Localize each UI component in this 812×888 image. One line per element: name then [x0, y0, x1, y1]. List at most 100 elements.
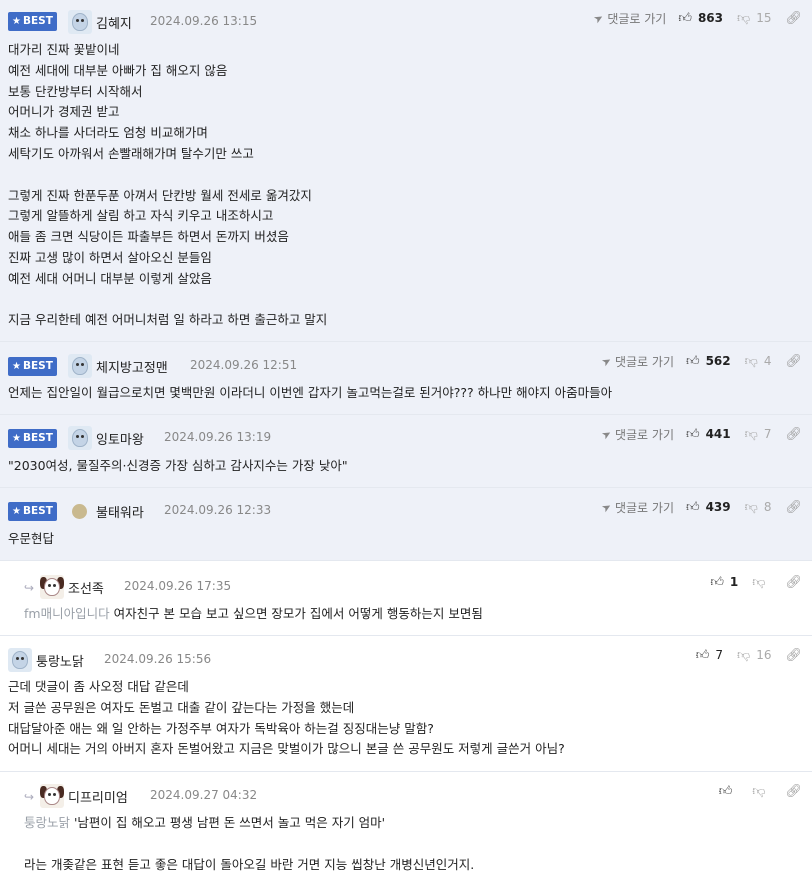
- comment-date: 2024.09.26 17:35: [124, 579, 232, 593]
- avatar[interactable]: [40, 575, 64, 599]
- downvote-button[interactable]: 👎︎ 8: [745, 500, 772, 515]
- comment-date: 2024.09.26 12:33: [164, 503, 272, 517]
- comment-text: '남편이 집 해오고 평생 남편 돈 쓰면서 놀고 먹은 자기 엄마': [74, 815, 386, 830]
- comment-nick[interactable]: 불태워라: [96, 502, 144, 521]
- link-icon[interactable]: 🔗︎: [785, 354, 802, 369]
- thumbs-down-icon: 👎︎: [744, 499, 758, 515]
- avatar[interactable]: [40, 784, 64, 808]
- comment-line: 우문현답: [8, 531, 55, 546]
- comment-nick[interactable]: 잉토마왕: [96, 429, 144, 448]
- link-icon[interactable]: 🔗︎: [785, 500, 802, 515]
- reply-link[interactable]: ➤ 댓글로 가기: [591, 10, 666, 27]
- comment-body: 근데 댓글이 좀 사오정 대답 같은데 저 글쓴 공무원은 여자도 돈벌고 대출 …: [8, 677, 565, 760]
- comment-nick[interactable]: 조선족: [68, 578, 104, 597]
- upvote-button[interactable]: 👍︎: [719, 784, 739, 799]
- downvote-button[interactable]: 👎︎ 7: [745, 427, 772, 442]
- comment-line: 대답달아준 애는 왜 일 안하는 가정주부 여자가 독박육아 하는걸 징징대는냥…: [8, 720, 434, 736]
- comment-actions: ➤ 댓글로 가기 👍︎ 863 👎︎ 15 🔗︎: [591, 9, 802, 27]
- reply-link[interactable]: ➤ 댓글로 가기: [599, 499, 674, 516]
- reply-link[interactable]: ➤ 댓글로 가기: [599, 426, 674, 443]
- comment-actions: ➤ 댓글로 가기 👍︎ 439 👎︎ 8 🔗︎: [599, 498, 802, 516]
- star-icon: ★: [12, 16, 21, 27]
- thumbs-down-icon: 👎︎: [752, 574, 766, 590]
- comment-line: 대가리 진짜 꽃밭이네: [8, 42, 120, 57]
- comment-actions: ➤ 댓글로 가기 👍︎ 441 👎︎ 7 🔗︎: [599, 425, 802, 443]
- comment-6: 퉁랑노닭 2024.09.26 15:56 👍︎ 7 👎︎ 16 🔗︎ 근데 댓글이…: [0, 636, 812, 772]
- comment-nick[interactable]: 퉁랑노닭: [36, 651, 84, 670]
- comment-date: 2024.09.26 13:19: [164, 430, 272, 444]
- comment-line: 보통 단칸방부터 시작해서: [8, 83, 143, 99]
- comment-date: 2024.09.26 15:56: [104, 652, 212, 666]
- comment-line: 예전 세대 어머니 대부분 이렇게 살았음: [8, 270, 212, 286]
- avatar[interactable]: [68, 10, 92, 34]
- link-icon[interactable]: 🔗︎: [785, 11, 802, 26]
- comment-body: 대가리 진짜 꽃밭이네예전 세대에 대부분 아빠가 집 해오지 않음보통 단칸방…: [8, 40, 327, 331]
- thumbs-up-icon: 👍︎: [695, 647, 710, 663]
- comment-date: 2024.09.27 04:32: [150, 788, 258, 802]
- avatar[interactable]: [8, 648, 32, 672]
- best-badge: ★ BEST: [8, 357, 57, 376]
- avatar[interactable]: [68, 354, 92, 378]
- comment-actions: 👍︎ 7 👎︎ 16 🔗︎: [696, 646, 802, 664]
- comment-line: 어머니 세대는 거의 아버지 혼자 돈벌어왔고 지금은 맞벌이가 많으니 본글 …: [8, 741, 565, 757]
- star-icon: ★: [12, 506, 21, 517]
- avatar[interactable]: [68, 426, 92, 450]
- upvote-button[interactable]: 👍︎ 439: [686, 500, 731, 515]
- comment-line: 채소 하나를 사더라도 엄청 비교해가며: [8, 125, 208, 141]
- comment-line: [8, 290, 327, 311]
- reply-target-nick[interactable]: fm매니아입니다: [24, 606, 110, 621]
- reply-arrow-icon: ↪: [24, 581, 35, 595]
- comment-nick[interactable]: 디프리미엄: [68, 787, 128, 806]
- comment-best-4: ★ BEST 불태워라 2024.09.26 12:33 ➤ 댓글로 가기 👍︎ 43…: [0, 488, 812, 561]
- thumbs-up-icon: 👍︎: [685, 426, 700, 442]
- comment-body: 퉁랑노닭 '남편이 집 해오고 평생 남편 돈 쓰면서 놀고 먹은 자기 엄마'…: [24, 813, 474, 875]
- link-icon[interactable]: 🔗︎: [785, 427, 802, 442]
- thumbs-down-icon: 👎︎: [737, 10, 751, 26]
- upvote-button[interactable]: 👍︎ 7: [696, 648, 723, 663]
- link-icon[interactable]: 🔗︎: [785, 575, 802, 590]
- comment-best-1: ★ BEST 김혜지 2024.09.26 13:15 ➤ 댓글로 가기 👍︎ 863…: [0, 0, 812, 342]
- upvote-button[interactable]: 👍︎ 863: [678, 11, 723, 26]
- comment-line: 지금 우리한테 예전 어머니처럼 일 하라고 하면 출근하고 말지: [8, 312, 328, 328]
- comment-body: 언제는 집안일이 월급으로치면 몇백만원 이라더니 이번엔 갑자기 놀고먹는걸로…: [8, 383, 612, 404]
- upvote-button[interactable]: 👍︎ 1: [710, 575, 738, 590]
- comment-line: [8, 165, 327, 186]
- comment-line: 근데 댓글이 좀 사오정 대답 같은데: [8, 679, 189, 694]
- comment-line: 예전 세대에 대부분 아빠가 집 해오지 않음: [8, 62, 228, 78]
- comment-body: 우문현답: [8, 529, 54, 550]
- thumbs-down-icon: 👎︎: [744, 353, 758, 369]
- comment-reply-1: ↪ 조선족 2024.09.26 17:35 👍︎ 1 👎︎ 🔗︎ fm매니아입니…: [0, 561, 812, 636]
- downvote-button[interactable]: 👎︎: [752, 575, 771, 590]
- comment-line: 언제는 집안일이 월급으로치면 몇백만원 이라더니 이번엔 갑자기 놀고먹는걸로…: [8, 385, 613, 400]
- comment-actions: ➤ 댓글로 가기 👍︎ 562 👎︎ 4 🔗︎: [599, 352, 802, 370]
- avatar[interactable]: [72, 504, 87, 519]
- reply-link[interactable]: ➤ 댓글로 가기: [599, 353, 674, 370]
- thumbs-up-icon: 👍︎: [710, 574, 724, 590]
- thumbs-down-icon: 👎︎: [744, 426, 758, 442]
- star-icon: ★: [12, 361, 21, 372]
- upvote-button[interactable]: 👍︎ 562: [686, 354, 731, 369]
- comment-line: 진짜 고생 많이 하면서 살아오신 분들임: [8, 249, 212, 265]
- downvote-button[interactable]: 👎︎: [752, 784, 771, 799]
- comment-text: 여자친구 본 모습 보고 싶으면 장모가 집에서 어떻게 행동하는지 보면됨: [113, 606, 483, 621]
- comment-nick[interactable]: 김혜지: [96, 13, 132, 32]
- comment-reply-2: ↪ 디프리미엄 2024.09.27 04:32 👍︎ 👎︎ 🔗︎ 퉁랑노닭 '…: [0, 772, 812, 888]
- downvote-button[interactable]: 👎︎ 16: [737, 648, 771, 663]
- thumbs-up-icon: 👍︎: [685, 353, 700, 369]
- comment-date: 2024.09.26 12:51: [190, 358, 298, 372]
- send-arrow-icon: ➤: [599, 426, 614, 442]
- upvote-button[interactable]: 👍︎ 441: [686, 427, 731, 442]
- link-icon[interactable]: 🔗︎: [785, 648, 802, 663]
- downvote-button[interactable]: 👎︎ 4: [745, 354, 772, 369]
- thumbs-up-icon: 👍︎: [718, 783, 733, 799]
- link-icon[interactable]: 🔗︎: [785, 784, 802, 799]
- downvote-button[interactable]: 👎︎ 15: [737, 11, 771, 26]
- comment-line: "2030여성, 물질주의·신경증 가장 심하고 감사지수는 가장 낮아": [8, 458, 348, 473]
- comment-line: 세탁기도 아까워서 손빨래해가며 탈수기만 쓰고: [8, 145, 254, 161]
- comment-body: "2030여성, 물질주의·신경증 가장 심하고 감사지수는 가장 낮아": [8, 456, 348, 477]
- send-arrow-icon: ➤: [591, 10, 606, 26]
- reply-target-nick[interactable]: 퉁랑노닭: [24, 815, 70, 830]
- comment-nick[interactable]: 체지방고정맨: [96, 357, 168, 376]
- comment-line: 그렇게 진짜 한푼두푼 아껴서 단칸방 월세 전세로 옮겨갔지: [8, 187, 312, 203]
- comment-best-3: ★ BEST 잉토마왕 2024.09.26 13:19 ➤ 댓글로 가기 👍︎ 44…: [0, 415, 812, 488]
